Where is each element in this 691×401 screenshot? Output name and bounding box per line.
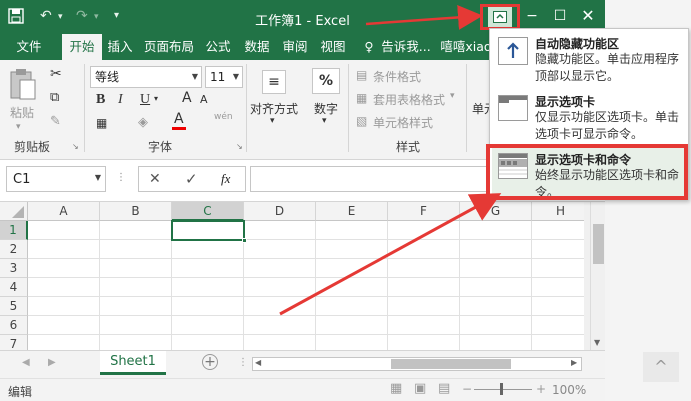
- arrow-to-display-options: [365, 4, 483, 30]
- annotation-arrows: [279, 4, 502, 316]
- arrow-to-show-tabs-and-commands: [279, 193, 502, 316]
